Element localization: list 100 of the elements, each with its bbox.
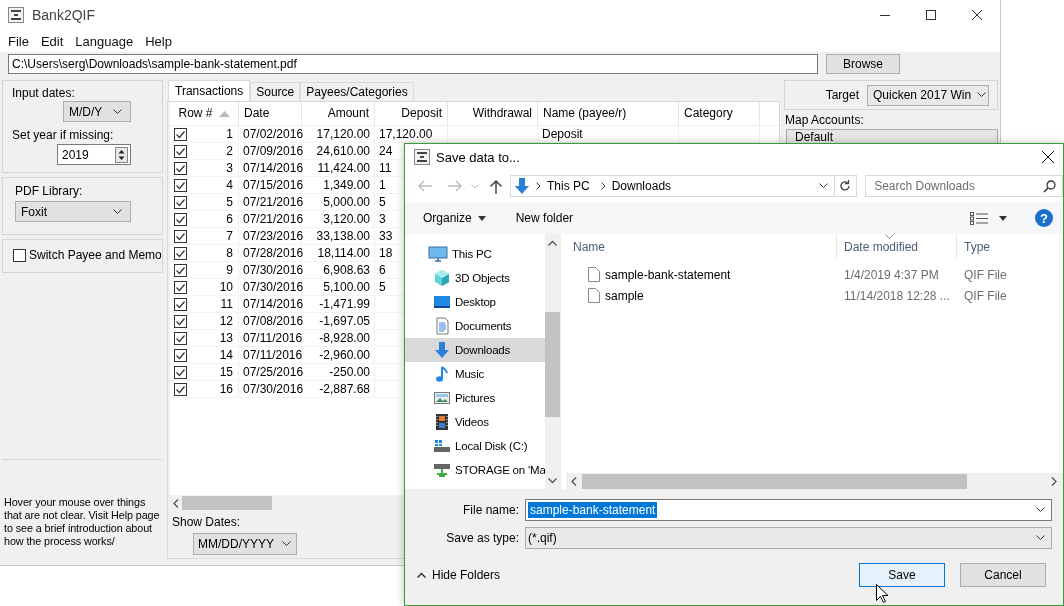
row-number: 8 — [226, 245, 233, 261]
checkbox[interactable] — [174, 195, 187, 209]
checkbox[interactable] — [174, 331, 187, 345]
column-header[interactable]: Name (payee/r) — [538, 102, 679, 125]
tab[interactable]: Transactions — [168, 80, 251, 101]
breadcrumb-item[interactable]: Downloads — [605, 179, 678, 193]
tab[interactable]: Source — [250, 82, 301, 101]
download-icon — [433, 341, 451, 359]
breadcrumb-item[interactable]: This PC — [541, 179, 596, 193]
cube-icon — [433, 269, 451, 287]
scroll-up-icon[interactable] — [548, 240, 557, 246]
scrollbar-thumb[interactable] — [545, 312, 560, 417]
address-bar[interactable]: This PC Downloads — [510, 175, 835, 197]
checkbox[interactable] — [174, 246, 187, 260]
checkbox[interactable] — [174, 382, 187, 396]
menu-item[interactable]: File — [2, 33, 35, 49]
column-header[interactable]: Type — [957, 234, 1057, 259]
file-name[interactable]: sample-bank-statement — [605, 267, 731, 282]
column-header[interactable]: Category — [679, 102, 760, 125]
scrollbar-thumb[interactable] — [582, 473, 967, 489]
spin-arrows-icon[interactable] — [115, 146, 128, 163]
up-arrow-icon[interactable] — [489, 178, 503, 194]
menu-item[interactable]: Language — [69, 33, 140, 49]
tree-item[interactable]: Documents — [405, 314, 545, 338]
search-icon — [1043, 179, 1056, 193]
table-cell: 07/25/2016 — [239, 364, 302, 381]
target-dropdown[interactable]: Quicken 2017 Win — [867, 84, 989, 106]
window-title: Bank2QIF — [32, 7, 96, 23]
checkbox[interactable] — [174, 297, 187, 311]
scrollbar-thumb[interactable] — [182, 496, 272, 510]
cancel-button[interactable]: Cancel — [960, 563, 1046, 587]
menu-item[interactable]: Edit — [34, 33, 70, 49]
date-display-dropdown[interactable]: MM/DD/YYYY — [193, 533, 297, 555]
column-header[interactable]: Withdrawal — [448, 102, 538, 125]
chevron-down-icon — [1036, 535, 1045, 541]
tree-item[interactable]: Pictures — [405, 386, 545, 410]
scroll-down-icon[interactable] — [548, 478, 557, 484]
checkbox[interactable] — [174, 161, 187, 175]
checkbox[interactable] — [174, 178, 187, 192]
view-list-icon[interactable] — [969, 211, 989, 225]
tab[interactable]: Payees/Categories — [300, 82, 414, 101]
table-cell: 07/14/2016 — [239, 296, 302, 313]
search-field[interactable]: Search Downloads — [865, 175, 1063, 197]
browse-button[interactable]: Browse — [826, 54, 900, 74]
checkbox[interactable] — [174, 144, 187, 158]
maximize-icon[interactable] — [926, 10, 936, 20]
row-number: 4 — [226, 177, 233, 193]
checkbox[interactable] — [174, 280, 187, 294]
checkbox[interactable] — [13, 248, 26, 262]
column-header[interactable]: Amount — [302, 102, 375, 125]
scroll-left-icon[interactable] — [173, 498, 179, 508]
checkbox[interactable] — [174, 212, 187, 226]
file-path-field[interactable]: C:\Users\serg\Downloads\sample-bank-statement.pdf — [8, 54, 818, 74]
horizontal-scrollbar[interactable] — [566, 473, 1063, 489]
close-icon[interactable] — [972, 10, 982, 20]
scroll-right-icon[interactable] — [1051, 476, 1057, 486]
new-folder-button[interactable]: New folder — [515, 211, 574, 225]
tree-item[interactable]: Videos — [405, 410, 545, 434]
checkbox[interactable] — [174, 263, 187, 277]
checkbox[interactable] — [174, 314, 187, 328]
scroll-left-icon[interactable] — [571, 476, 577, 486]
chevron-down-icon — [113, 208, 122, 215]
save-button[interactable]: Save — [859, 563, 945, 587]
table-cell: -2,887.68 — [302, 381, 375, 398]
column-header[interactable]: Date — [239, 102, 302, 125]
checkbox[interactable] — [174, 229, 187, 243]
caret-down-icon[interactable] — [999, 215, 1007, 221]
checkbox[interactable] — [174, 348, 187, 362]
menu-item[interactable]: Help — [139, 33, 178, 49]
checkbox[interactable] — [174, 365, 187, 379]
refresh-button[interactable] — [833, 175, 858, 197]
column-header[interactable]: Date modified — [837, 234, 957, 259]
field-label: Save as type: — [445, 531, 520, 545]
field-label: Set year if missing: — [12, 128, 115, 144]
year-spinner[interactable]: 2019 — [57, 144, 131, 165]
column-header[interactable]: Row # — [170, 102, 239, 125]
table-cell: 5,000.00 — [302, 194, 375, 211]
refresh-icon — [839, 180, 852, 192]
tree-item[interactable]: STORAGE on 'Ma — [405, 458, 545, 482]
field-label: Target — [825, 88, 859, 102]
tree-item[interactable]: Local Disk (C:) — [405, 434, 545, 458]
film-icon — [433, 413, 451, 431]
column-header[interactable]: Name — [566, 234, 837, 259]
computer-icon — [428, 245, 448, 263]
chevron-right-icon — [600, 182, 606, 190]
tree-item[interactable]: Music — [405, 362, 545, 386]
chevron-down-icon — [1036, 507, 1045, 513]
app-icon — [8, 7, 24, 23]
close-icon[interactable] — [1042, 151, 1054, 163]
hide-folders-button[interactable]: Hide Folders — [417, 568, 501, 582]
vertical-scrollbar[interactable] — [545, 234, 560, 489]
file-name[interactable]: sample — [605, 288, 644, 303]
file-name-field[interactable]: sample-bank-statement — [525, 499, 1052, 521]
checkbox[interactable] — [174, 127, 187, 141]
pdf-library-dropdown[interactable]: Foxit — [15, 201, 131, 222]
file-type-dropdown[interactable]: (*.qif) — [525, 527, 1052, 549]
tree-item[interactable]: Downloads — [405, 338, 545, 362]
column-header[interactable]: Deposit — [375, 102, 448, 125]
help-button[interactable]: ? — [1035, 209, 1053, 227]
date-format-dropdown[interactable]: M/D/Y — [63, 101, 131, 122]
